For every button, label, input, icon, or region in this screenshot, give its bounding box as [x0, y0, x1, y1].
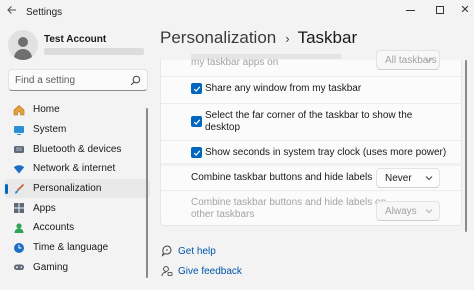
search-icon — [130, 75, 141, 86]
wifi-icon — [13, 163, 25, 175]
user-profile[interactable]: Test Account — [8, 30, 148, 62]
home-icon — [13, 104, 25, 116]
sidebar-item-accounts[interactable]: Accounts — [4, 218, 150, 238]
title-bar: Settings ✕ — [0, 0, 474, 26]
breadcrumb-parent[interactable]: Personalization — [160, 28, 276, 48]
minimize-button[interactable] — [395, 0, 425, 20]
checkmark-icon — [193, 85, 200, 92]
sidebar-item-label: Time & language — [33, 242, 109, 254]
setting-row-combine-buttons: Combine taskbar buttons and hide labels … — [161, 166, 461, 190]
checkmark-icon — [193, 149, 200, 156]
app-title: Settings — [26, 7, 63, 18]
close-button[interactable]: ✕ — [450, 0, 474, 20]
clock-globe-icon — [13, 242, 25, 254]
chevron-right-icon: › — [285, 31, 290, 46]
sidebar-item-label: Accounts — [33, 222, 75, 234]
sidebar-item-bluetooth[interactable]: Bluetooth & devices — [4, 139, 150, 159]
maximize-icon — [436, 6, 444, 14]
setting-row-share-window: Share any window from my taskbar — [161, 83, 461, 99]
combine-other-label-line2: other taskbars — [191, 209, 255, 220]
help-icon — [161, 245, 173, 257]
sidebar-item-system[interactable]: System — [4, 120, 150, 140]
bluetooth-icon — [13, 143, 25, 155]
search-placeholder: Find a setting — [15, 75, 76, 86]
combine-other-dropdown[interactable]: Always — [376, 201, 440, 221]
sidebar-item-gaming[interactable]: Gaming — [4, 258, 150, 278]
taskbar-behaviors-panel: my taskbar apps on All taskbars Share an… — [160, 50, 463, 226]
person-icon — [13, 222, 25, 234]
minimize-icon — [405, 9, 415, 11]
sidebar-item-label: Apps — [33, 202, 56, 214]
back-arrow-icon[interactable] — [4, 4, 20, 20]
apps-grid-icon — [13, 202, 25, 214]
give-feedback-label: Give feedback — [178, 265, 242, 277]
chevron-down-icon — [425, 209, 433, 214]
setting-row-combine-other: Combine taskbar buttons and hide labels … — [161, 197, 461, 223]
sidebar-nav: Home System Bluetooth & devices Network … — [4, 100, 150, 277]
sidebar-item-time-language[interactable]: Time & language — [4, 238, 150, 258]
brush-icon — [13, 183, 25, 195]
sidebar-item-label: Network & internet — [33, 163, 116, 175]
sidebar-item-personalization[interactable]: Personalization — [4, 178, 150, 199]
sidebar-item-apps[interactable]: Apps — [4, 198, 150, 218]
sidebar-scrollbar[interactable] — [146, 108, 148, 278]
setting-row-show-seconds: Show seconds in system tray clock (uses … — [161, 147, 461, 163]
combine-buttons-label: Combine taskbar buttons and hide labels — [191, 172, 373, 183]
show-taskbar-apps-dropdown[interactable]: All taskbars — [376, 50, 440, 70]
feedback-icon — [161, 265, 173, 277]
get-help-link[interactable]: Get help — [161, 243, 216, 259]
combine-buttons-dropdown[interactable]: Never — [376, 168, 440, 188]
sidebar-item-label: Home — [33, 104, 60, 116]
setting-row-far-corner: Select the far corner of the taskbar to … — [161, 110, 461, 136]
show-seconds-checkbox[interactable] — [191, 147, 202, 158]
user-avatar-icon — [8, 30, 38, 60]
taskbar-apps-on-label: my taskbar apps on — [191, 57, 279, 68]
breadcrumb: Personalization › Taskbar — [160, 28, 357, 54]
dropdown-value: Always — [385, 206, 417, 217]
sidebar-item-label: System — [33, 124, 67, 136]
sidebar-item-label: Bluetooth & devices — [33, 143, 122, 155]
far-corner-label-line2: desktop — [205, 122, 241, 133]
far-corner-label-line1: Select the far corner of the taskbar to … — [205, 110, 413, 121]
share-window-checkbox[interactable] — [191, 83, 202, 94]
chevron-down-icon — [425, 58, 433, 63]
close-icon: ✕ — [460, 3, 470, 16]
search-input[interactable]: Find a setting — [8, 69, 148, 91]
combine-other-label-line1: Combine taskbar buttons and hide labels … — [191, 197, 387, 208]
share-window-label: Share any window from my taskbar — [205, 83, 362, 94]
dropdown-value: Never — [385, 173, 412, 184]
checkmark-icon — [193, 118, 200, 125]
give-feedback-link[interactable]: Give feedback — [161, 263, 242, 279]
far-corner-checkbox[interactable] — [191, 116, 202, 127]
sidebar-item-label: Gaming — [33, 261, 69, 273]
chevron-down-icon — [425, 176, 433, 181]
gamepad-icon — [13, 261, 25, 273]
sidebar-item-label: Personalization — [33, 183, 102, 195]
user-name: Test Account — [44, 34, 107, 45]
user-email-redacted — [44, 48, 144, 55]
get-help-label: Get help — [178, 245, 216, 257]
sidebar-item-home[interactable]: Home — [4, 100, 150, 120]
sidebar-item-network[interactable]: Network & internet — [4, 159, 150, 179]
setting-row-taskbar-apps-on: my taskbar apps on All taskbars — [161, 50, 461, 76]
system-monitor-icon — [13, 124, 25, 136]
main-scrollbar[interactable] — [465, 60, 467, 232]
show-seconds-label: Show seconds in system tray clock (uses … — [205, 147, 447, 158]
page-title: Taskbar — [297, 28, 358, 47]
